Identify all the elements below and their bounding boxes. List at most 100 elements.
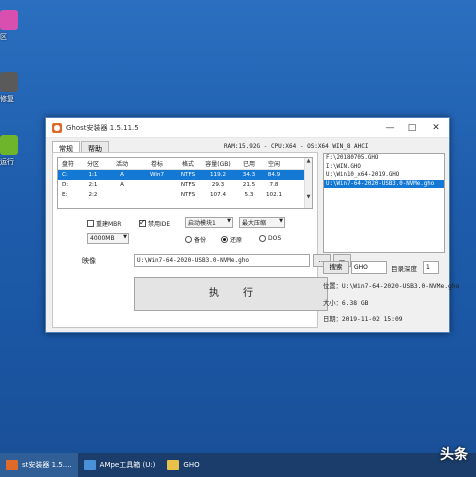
backup-radio[interactable]	[185, 236, 192, 243]
size-info: 大小：6.38 GB	[323, 298, 368, 307]
cell-partition: 1:1	[88, 172, 98, 178]
chevron-down-icon: ▼	[227, 218, 231, 224]
desktop-icon-1[interactable]: 区	[0, 10, 20, 42]
backup-option[interactable]: 备份	[185, 235, 206, 244]
toolbox-icon	[83, 460, 96, 470]
desktop-icon-label: 运行	[0, 158, 14, 166]
list-item[interactable]: U:\Win7-64-2020-USB3.0-NVMe.gho	[324, 179, 444, 188]
tool-app-icon	[0, 72, 18, 92]
image-file-list[interactable]: F:\20180705.GHO I:\WIN.GHO U:\Win10_x64-…	[323, 153, 445, 253]
cell-capacity: 107.4	[209, 192, 226, 198]
table-row[interactable]: C: 1:1 A Win7 NTFS 119.2 34.3 84.9	[58, 170, 312, 180]
compression-value: 最大压缩	[242, 220, 267, 227]
folder-icon	[167, 460, 180, 470]
cell-partition: 2:2	[88, 192, 98, 198]
depth-input[interactable]: 1	[423, 261, 439, 274]
compression-select[interactable]: 最大压缩 ▼	[239, 217, 285, 228]
taskbar-item-label: AMpe工具箱 (U:)	[99, 461, 156, 469]
desktop-icon-3[interactable]: 运行	[0, 135, 20, 167]
taskbar: st安装器 1.5.... AMpe工具箱 (U:) GHO	[0, 453, 476, 477]
minimize-button[interactable]: —	[379, 118, 401, 138]
size-select[interactable]: 4000MB ▼	[87, 233, 129, 244]
date-info: 日期：2019-11-02 15:09	[323, 314, 403, 323]
header-used: 已用	[242, 161, 255, 168]
search-button[interactable]: 搜索	[323, 261, 349, 274]
cell-active: A	[120, 172, 124, 178]
dos-label: DOS	[268, 235, 282, 242]
cell-partition: 2:1	[88, 182, 98, 188]
disable-ide-checkbox[interactable]	[139, 218, 146, 227]
rebuild-mbr-checkbox[interactable]	[87, 220, 94, 227]
taskbar-item-ghost[interactable]: st安装器 1.5....	[0, 453, 78, 477]
watermark: 头条	[440, 447, 468, 463]
scroll-up-icon[interactable]: ▲	[305, 158, 312, 164]
header-free: 空闲	[267, 161, 280, 168]
cell-capacity: 119.2	[209, 172, 226, 178]
image-path-input[interactable]: U:\Win7-64-2020-USB3.0-NVMe.gho	[134, 254, 310, 267]
restore-option[interactable]: 还原	[221, 235, 242, 244]
list-item[interactable]: F:\20180705.GHO	[324, 154, 444, 163]
ghost-installer-window: Ghost安装器 1.5.11.5 — □ ✕ 常规 帮助 RAM:15.92G…	[45, 117, 459, 333]
desktop-icon-label: 区	[0, 33, 7, 41]
pink-app-icon	[0, 10, 18, 30]
location-value: U:\Win7-64-2020-USB3.0-NVMe.gho	[341, 283, 460, 290]
cell-used: 21.5	[242, 182, 256, 188]
image-label: 映像	[82, 257, 96, 265]
table-scrollbar[interactable]: ▲ ▼	[304, 158, 312, 208]
disable-ide-option[interactable]: 禁用IDE	[139, 218, 171, 228]
cell-free: 102.1	[265, 192, 282, 198]
title-bar[interactable]: Ghost安装器 1.5.11.5 — □ ✕	[46, 118, 449, 138]
header-format: 格式	[181, 161, 194, 168]
cell-used: 5.3	[244, 192, 254, 198]
desktop-icon-2[interactable]: 修复	[0, 72, 20, 104]
cell-format: NTFS	[180, 172, 196, 178]
ghost-app-icon	[52, 122, 62, 133]
location-label: 位置：	[323, 283, 342, 290]
disable-ide-label: 禁用IDE	[148, 221, 171, 228]
table-row[interactable]: E: 2:2 NTFS 107.4 5.3 102.1	[58, 190, 312, 200]
desktop-icon-label: 修复	[0, 95, 14, 103]
cell-format: NTFS	[180, 192, 196, 198]
taskbar-item-toolbox[interactable]: AMpe工具箱 (U:)	[78, 453, 162, 477]
header-partition: 分区	[86, 161, 99, 168]
system-info: RAM:15.92G - CPU:X64 - OS:X64 WIN_8 AHCI	[224, 143, 369, 150]
location-info: 位置：U:\Win7-64-2020-USB3.0-NVMe.gho	[323, 281, 459, 290]
restore-radio[interactable]	[221, 236, 228, 243]
size-value: 4000MB	[90, 235, 115, 242]
scroll-down-icon[interactable]: ▼	[305, 194, 312, 200]
boot-module-select[interactable]: 启动模块1 ▼	[185, 217, 233, 228]
taskbar-item-label: st安装器 1.5....	[22, 461, 72, 469]
maximize-button[interactable]: □	[401, 118, 423, 138]
execute-button[interactable]: 执行	[134, 277, 328, 311]
list-item[interactable]: I:\WIN.GHO	[324, 163, 444, 172]
rebuild-mbr-label: 重建MBR	[96, 221, 122, 228]
dos-option[interactable]: DOS	[259, 235, 281, 242]
header-active: 活动	[115, 161, 128, 168]
table-row[interactable]: D: 2:1 A NTFS 29.3 21.5 7.8	[58, 180, 312, 190]
boot-module-value: 启动模块1	[188, 220, 216, 227]
header-label: 卷标	[150, 161, 163, 168]
cell-active: A	[120, 182, 124, 188]
partition-table[interactable]: 盘符 分区 活动 卷标 格式 容量(GB) 已用 空闲 C: 1:1 A Win…	[57, 157, 313, 209]
list-item[interactable]: U:\Win10_x64-2019.GHO	[324, 171, 444, 180]
cell-drive: E:	[62, 192, 68, 198]
size-value: 6.38 GB	[341, 300, 369, 307]
cell-free: 84.9	[267, 172, 281, 178]
cell-capacity: 29.3	[211, 182, 225, 188]
date-value: 2019-11-02 15:09	[341, 316, 403, 323]
date-label: 日期：	[323, 316, 342, 323]
restore-label: 还原	[230, 237, 243, 244]
close-button[interactable]: ✕	[423, 118, 449, 138]
cell-format: NTFS	[180, 182, 196, 188]
cell-drive: D:	[62, 182, 69, 188]
rebuild-mbr-option[interactable]: 重建MBR	[87, 219, 121, 228]
dos-radio[interactable]	[259, 235, 266, 242]
taskbar-item-gho[interactable]: GHO	[161, 453, 205, 477]
chevron-down-icon: ▼	[123, 234, 127, 240]
table-header: 盘符 分区 活动 卷标 格式 容量(GB) 已用 空闲	[58, 158, 312, 170]
cell-used: 34.3	[242, 172, 256, 178]
depth-label: 目录深度	[391, 265, 417, 273]
header-capacity: 容量(GB)	[205, 161, 231, 168]
extension-input[interactable]: GHO	[351, 261, 387, 274]
cell-label: Win7	[149, 172, 165, 178]
